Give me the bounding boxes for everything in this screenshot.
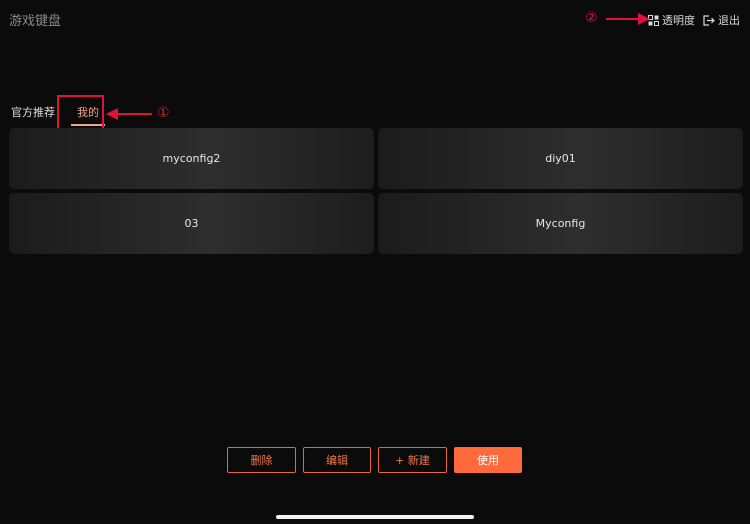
exit-icon xyxy=(703,14,715,26)
tab-official-label: 官方推荐 xyxy=(11,106,55,119)
config-card-label: Myconfig xyxy=(535,217,586,230)
annotation-arrow-1 xyxy=(106,108,152,120)
config-card-label: 03 xyxy=(184,217,199,230)
exit-label: 退出 xyxy=(718,14,740,27)
config-card[interactable]: myconfig2 xyxy=(9,128,374,189)
edit-button[interactable]: 编辑 xyxy=(303,447,371,473)
tab-official-recommend[interactable]: 官方推荐 xyxy=(11,104,59,120)
app-title: 游戏键盘 xyxy=(9,14,62,29)
annotation-arrow-2 xyxy=(606,13,650,25)
home-indicator[interactable] xyxy=(276,515,474,519)
config-grid: myconfig2 diy01 03 Myconfig xyxy=(9,128,743,254)
delete-button[interactable]: 删除 xyxy=(227,447,296,473)
action-bar: 删除 编辑 + 新建 使用 xyxy=(227,447,522,473)
config-card[interactable]: 03 xyxy=(9,193,374,254)
transparency-button[interactable]: 透明度 xyxy=(648,12,695,28)
transparency-label: 透明度 xyxy=(662,14,695,27)
annotation-highlight-box xyxy=(57,95,104,130)
annotation-marker-2: ② xyxy=(585,10,598,26)
use-button[interactable]: 使用 xyxy=(454,447,522,473)
header-actions: 透明度 退出 xyxy=(648,12,740,28)
config-card[interactable]: diy01 xyxy=(378,128,743,189)
config-card[interactable]: Myconfig xyxy=(378,193,743,254)
new-button[interactable]: + 新建 xyxy=(378,447,447,473)
config-card-label: myconfig2 xyxy=(162,152,221,165)
annotation-marker-1: ① xyxy=(157,105,170,121)
exit-button[interactable]: 退出 xyxy=(703,12,740,28)
config-card-label: diy01 xyxy=(545,152,576,165)
